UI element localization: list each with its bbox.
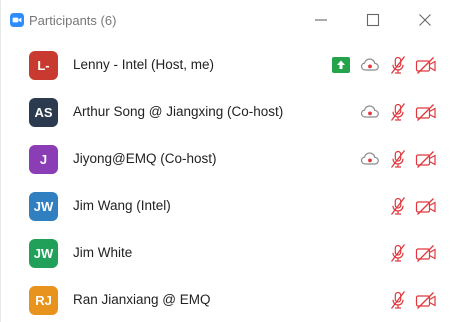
microphone-muted-icon[interactable] <box>388 149 408 169</box>
avatar: RJ <box>29 286 58 315</box>
video-off-icon[interactable] <box>415 243 437 263</box>
title-bar: Participants (6) <box>1 0 452 40</box>
participant-row[interactable]: J Jiyong@EMQ (Co-host) <box>1 136 452 183</box>
cloud-record-icon <box>360 105 379 118</box>
maximize-icon[interactable] <box>364 11 382 29</box>
microphone-muted-icon[interactable] <box>388 102 408 122</box>
microphone-muted-icon[interactable] <box>388 196 408 216</box>
zoom-camera-icon <box>10 13 24 27</box>
microphone-muted-icon[interactable] <box>388 55 408 75</box>
microphone-muted-icon[interactable] <box>388 290 408 310</box>
participant-count: (6) <box>100 13 117 28</box>
participant-name: Arthur Song @ Jiangxing (Co-host) <box>73 104 284 119</box>
video-off-icon[interactable] <box>415 290 437 310</box>
video-off-icon[interactable] <box>415 196 437 216</box>
participant-name: Lenny - Intel (Host, me) <box>73 57 215 72</box>
video-off-icon[interactable] <box>415 102 437 122</box>
close-icon[interactable] <box>416 11 434 29</box>
microphone-muted-icon[interactable] <box>388 243 408 263</box>
participant-row[interactable]: AS Arthur Song @ Jiangxing (Co-host) <box>1 89 452 136</box>
avatar: L- <box>29 51 58 80</box>
participant-row[interactable]: RJ Ran Jianxiang @ EMQ <box>1 277 452 322</box>
participant-name: Ran Jianxiang @ EMQ <box>73 292 211 307</box>
avatar: J <box>29 145 58 174</box>
screen-share-icon <box>332 57 350 73</box>
participant-row[interactable]: JW Jim White <box>1 230 452 277</box>
minimize-icon[interactable] <box>312 11 330 29</box>
window-title-label: Participants <box>29 13 97 28</box>
avatar: JW <box>29 239 58 268</box>
avatar: JW <box>29 192 58 221</box>
video-off-icon[interactable] <box>415 55 437 75</box>
participants-window: Participants (6) L- Lenny - Intel (Host, … <box>0 0 452 322</box>
participant-name: Jim Wang (Intel) <box>73 198 171 213</box>
cloud-record-icon <box>360 152 379 165</box>
avatar: AS <box>29 98 58 127</box>
participant-row[interactable]: JW Jim Wang (Intel) <box>1 183 452 230</box>
participant-name: Jiyong@EMQ (Co-host) <box>73 151 217 166</box>
window-title: Participants (6) <box>29 12 116 30</box>
video-off-icon[interactable] <box>415 149 437 169</box>
participant-row[interactable]: L- Lenny - Intel (Host, me) <box>1 42 452 89</box>
participant-name: Jim White <box>73 245 133 260</box>
cloud-record-icon <box>360 58 379 71</box>
